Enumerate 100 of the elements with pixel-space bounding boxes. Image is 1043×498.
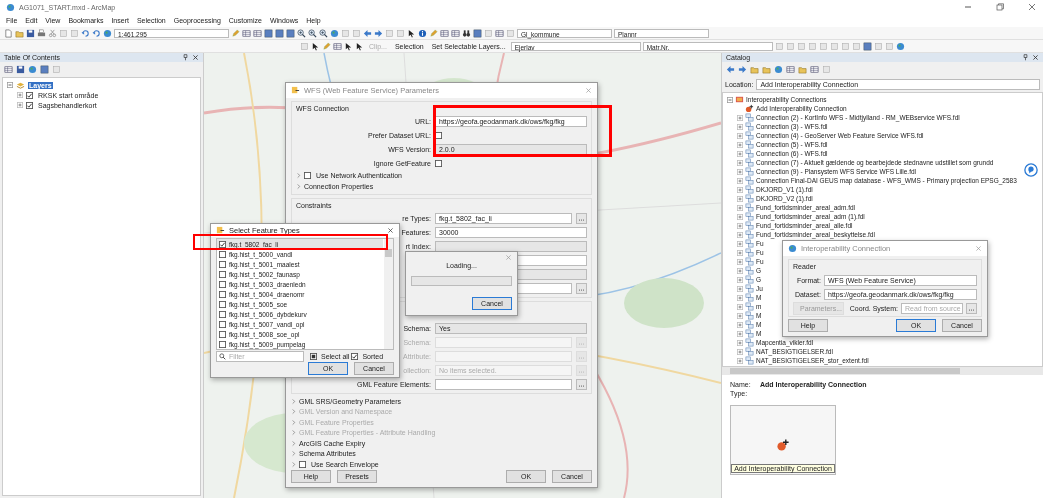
right-arrow-icon[interactable] xyxy=(374,28,383,38)
folder-icon[interactable] xyxy=(798,65,807,74)
tile-icon[interactable] xyxy=(352,28,361,38)
tile-icon[interactable] xyxy=(785,41,795,51)
table-icon[interactable] xyxy=(786,65,795,74)
tile-icon[interactable] xyxy=(796,41,806,51)
info-icon[interactable] xyxy=(418,28,427,38)
expand-icon[interactable] xyxy=(737,123,743,130)
expand-icon[interactable] xyxy=(737,321,743,328)
close-icon[interactable] xyxy=(192,54,199,61)
tile-icon[interactable] xyxy=(851,41,861,51)
item-checkbox[interactable] xyxy=(219,300,226,308)
expand-icon[interactable] xyxy=(737,186,743,193)
tile-icon[interactable] xyxy=(59,28,68,38)
layer-checkbox[interactable] xyxy=(26,101,33,109)
tile-icon[interactable] xyxy=(818,41,828,51)
expand-icon[interactable] xyxy=(737,195,743,202)
expand-icon[interactable] xyxy=(737,114,743,121)
expand-icon[interactable] xyxy=(737,276,743,283)
globe-icon[interactable] xyxy=(895,41,905,51)
tile-icon[interactable] xyxy=(70,28,79,38)
tile-icon[interactable] xyxy=(884,41,894,51)
input-field[interactable] xyxy=(435,350,572,362)
item-checkbox[interactable] xyxy=(219,240,226,248)
document-icon[interactable] xyxy=(4,28,13,38)
expand-icon[interactable] xyxy=(737,294,743,301)
item-checkbox[interactable] xyxy=(219,250,226,258)
expand-icon[interactable] xyxy=(737,339,743,346)
expand-icon[interactable] xyxy=(737,168,743,175)
expand-icon[interactable] xyxy=(737,159,743,166)
browse-button[interactable] xyxy=(576,282,587,294)
expand-icon[interactable] xyxy=(17,92,23,98)
item-checkbox[interactable] xyxy=(219,260,226,268)
expand-icon[interactable] xyxy=(737,258,743,265)
expand-icon[interactable] xyxy=(737,303,743,310)
expand-icon[interactable] xyxy=(737,177,743,184)
input-field[interactable] xyxy=(435,336,572,348)
item-checkbox[interactable] xyxy=(219,270,226,278)
left-arrow-icon[interactable] xyxy=(726,65,735,74)
expand-icon[interactable] xyxy=(737,222,743,229)
layer-checkbox[interactable] xyxy=(26,91,33,99)
globe-icon[interactable] xyxy=(28,65,37,74)
tile-icon[interactable] xyxy=(506,28,515,38)
zoom-in-icon[interactable] xyxy=(308,28,317,38)
collapse-icon[interactable] xyxy=(7,82,13,88)
tile-icon[interactable] xyxy=(822,65,831,74)
globe-icon[interactable] xyxy=(103,28,112,38)
expand-icon[interactable] xyxy=(737,348,743,355)
select-all-checkbox[interactable] xyxy=(310,352,317,360)
search-envelope-checkbox[interactable] xyxy=(299,460,306,468)
scrollbar[interactable] xyxy=(384,239,393,349)
square-icon[interactable] xyxy=(40,65,49,74)
close-icon[interactable] xyxy=(387,227,394,234)
square-icon[interactable] xyxy=(275,28,284,38)
pencil-icon[interactable] xyxy=(231,28,240,38)
item-checkbox[interactable] xyxy=(219,320,226,328)
expand-icon[interactable] xyxy=(17,102,23,108)
pin-icon[interactable] xyxy=(1022,54,1029,61)
item-checkbox[interactable] xyxy=(219,280,226,288)
expand-icon[interactable] xyxy=(737,231,743,238)
scroll-thumb[interactable] xyxy=(730,368,960,374)
expand-icon[interactable] xyxy=(737,285,743,292)
dropdown[interactable] xyxy=(435,240,587,252)
item-checkbox[interactable] xyxy=(219,340,226,348)
zoom-in-icon[interactable] xyxy=(319,28,328,38)
scissors-icon[interactable] xyxy=(48,28,57,38)
table-icon[interactable] xyxy=(810,65,819,74)
square-icon[interactable] xyxy=(286,28,295,38)
auth-checkbox[interactable] xyxy=(304,172,311,179)
scrollbar[interactable] xyxy=(722,367,1043,375)
browse-button[interactable] xyxy=(576,336,587,348)
right-arrow-icon[interactable] xyxy=(738,65,747,74)
collapse-icon[interactable] xyxy=(727,96,733,103)
tile-icon[interactable] xyxy=(385,28,394,38)
close-icon[interactable] xyxy=(1032,54,1039,61)
tile-icon[interactable] xyxy=(829,41,839,51)
table-icon[interactable] xyxy=(440,28,449,38)
square-icon[interactable] xyxy=(862,41,872,51)
tile-icon[interactable] xyxy=(873,41,883,51)
pin-icon[interactable] xyxy=(182,54,189,61)
globe-icon[interactable] xyxy=(774,65,783,74)
zoom-in-icon[interactable] xyxy=(297,28,306,38)
expand-icon[interactable] xyxy=(737,204,743,211)
expand-icon[interactable] xyxy=(737,267,743,274)
scroll-thumb[interactable] xyxy=(385,249,392,257)
tile-icon[interactable] xyxy=(774,41,784,51)
globe-icon[interactable] xyxy=(330,28,339,38)
table-icon[interactable] xyxy=(4,65,13,74)
tile-icon[interactable] xyxy=(807,41,817,51)
expand-icon[interactable] xyxy=(737,240,743,247)
item-checkbox[interactable] xyxy=(219,290,226,298)
item-checkbox[interactable] xyxy=(219,310,226,318)
tile-icon[interactable] xyxy=(396,28,405,38)
tile-icon[interactable] xyxy=(840,41,850,51)
printer-icon[interactable] xyxy=(37,28,46,38)
expand-icon[interactable] xyxy=(737,213,743,220)
browse-button[interactable] xyxy=(576,364,587,376)
table-icon[interactable] xyxy=(495,28,504,38)
input-field[interactable] xyxy=(435,378,572,390)
tile-icon[interactable] xyxy=(300,41,309,51)
